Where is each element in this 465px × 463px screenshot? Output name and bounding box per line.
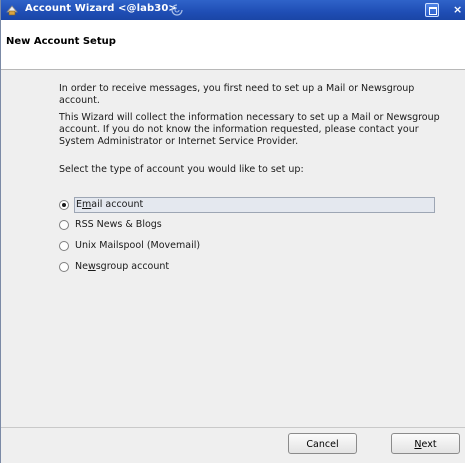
option-newsgroup-account[interactable]: Newsgroup account <box>59 261 435 275</box>
radio-rss-news-blogs[interactable] <box>59 220 69 230</box>
account-type-group: Email account RSS News & Blogs Unix Mail… <box>59 197 435 282</box>
option-label: Email account <box>76 199 144 210</box>
title-bar[interactable]: Account Wizard <@lab30> × <box>1 0 465 20</box>
option-unix-mailspool[interactable]: Unix Mailspool (Movemail) <box>59 240 435 254</box>
page-title: New Account Setup <box>6 36 116 47</box>
option-email-account[interactable]: Email account <box>59 197 435 213</box>
account-wizard-window: Account Wizard <@lab30> × New Account Se… <box>0 0 465 463</box>
select-prompt: Select the type of account you would lik… <box>59 164 304 175</box>
radio-email-account[interactable] <box>59 200 69 210</box>
intro-text: In order to receive messages, you first … <box>59 83 415 106</box>
close-icon[interactable]: × <box>453 2 465 18</box>
radio-unix-mailspool[interactable] <box>59 241 69 251</box>
option-label: Unix Mailspool (Movemail) <box>75 240 201 251</box>
option-label: Newsgroup account <box>75 261 170 272</box>
next-button[interactable]: Next <box>391 433 460 454</box>
wizard-header: New Account Setup <box>1 20 465 70</box>
swirl-icon <box>171 4 183 16</box>
info-text: This Wizard will collect the information… <box>59 112 440 147</box>
cancel-button[interactable]: Cancel <box>288 433 357 454</box>
account-wizard-icon <box>6 5 18 16</box>
footer-separator <box>1 427 465 428</box>
window-title: Account Wizard <@lab30> <box>25 3 177 14</box>
wizard-content: In order to receive messages, you first … <box>1 71 465 426</box>
radio-newsgroup-account[interactable] <box>59 262 69 272</box>
option-rss-news-blogs[interactable]: RSS News & Blogs <box>59 219 435 233</box>
option-label: RSS News & Blogs <box>75 219 162 230</box>
maximize-icon[interactable] <box>425 3 439 17</box>
